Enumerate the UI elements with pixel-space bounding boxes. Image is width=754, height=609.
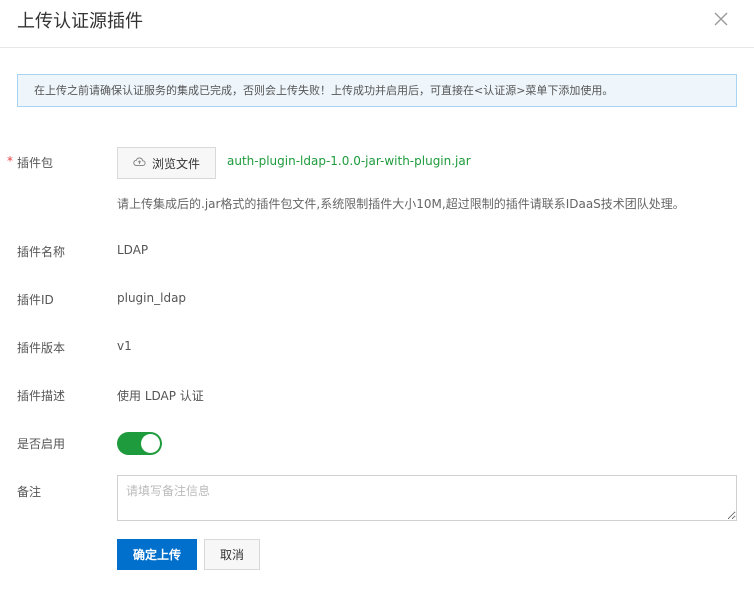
description-label: 插件描述: [17, 389, 66, 403]
cloud-upload-icon: [133, 156, 146, 170]
name-label: 插件名称: [17, 245, 66, 259]
package-label: * 插件包: [7, 154, 54, 171]
browse-file-label: 浏览文件: [151, 156, 200, 171]
required-mark: *: [7, 154, 13, 168]
id-value: plugin_ldap: [117, 291, 187, 305]
enabled-label: 是否启用: [17, 437, 66, 451]
description-value: 使用 LDAP 认证: [117, 389, 204, 403]
dialog-header: 上传认证源插件: [0, 0, 754, 48]
name-value: LDAP: [117, 243, 149, 257]
confirm-upload-button[interactable]: 确定上传: [117, 539, 197, 570]
dialog-title: 上传认证源插件: [17, 11, 143, 32]
toggle-knob: [141, 434, 160, 453]
id-label: 插件ID: [17, 293, 54, 307]
version-label: 插件版本: [17, 341, 66, 355]
info-notice: 在上传之前请确保认证服务的集成已完成，否则会上传失败！上传成功并启用后，可直接在…: [17, 74, 737, 107]
version-value: v1: [117, 339, 132, 353]
close-icon[interactable]: [712, 10, 730, 28]
browse-file-button[interactable]: 浏览文件: [117, 147, 216, 179]
enabled-toggle[interactable]: [117, 432, 162, 455]
selected-file-name: auth-plugin-ldap-1.0.0-jar-with-plugin.j…: [227, 154, 471, 168]
package-hint: 请上传集成后的.jar格式的插件包文件,系统限制插件大小10M,超过限制的插件请…: [117, 197, 685, 211]
cancel-button[interactable]: 取消: [204, 539, 260, 570]
package-label-text: 插件包: [17, 156, 54, 170]
remark-textarea[interactable]: [117, 475, 737, 521]
remark-label: 备注: [17, 485, 42, 499]
